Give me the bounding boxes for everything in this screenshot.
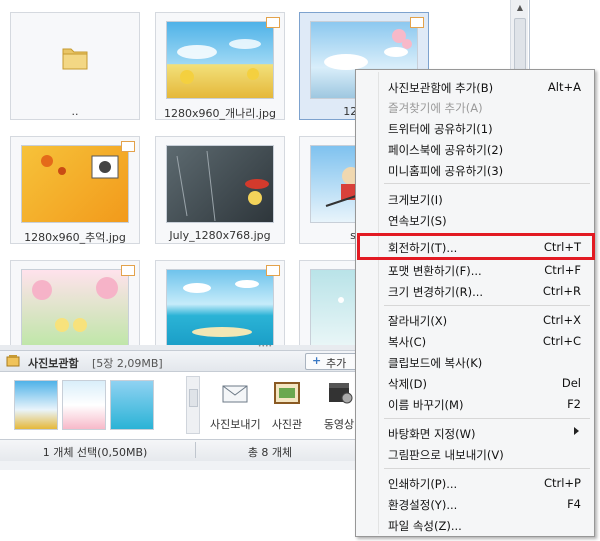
- album-title: 사진보관함: [28, 357, 79, 370]
- thumbnail-image: [21, 145, 129, 223]
- menu-separator: [384, 183, 590, 184]
- menu-separator: [384, 418, 590, 419]
- frame-icon: [273, 380, 301, 406]
- menu-separator: [384, 468, 590, 469]
- album-scrollbar[interactable]: [186, 376, 200, 434]
- thumbnail-image: [166, 21, 274, 99]
- thumbnail-image: [166, 269, 274, 345]
- thumbnail-image: [21, 269, 129, 345]
- menu-item-set-wallpaper[interactable]: 바탕화면 지정(W): [386, 424, 591, 442]
- file-type-badge: [266, 265, 280, 276]
- menu-item-resize[interactable]: 크기 변경하기(R)... Ctrl+R: [386, 282, 591, 300]
- menu-item-rename[interactable]: 이름 바꾸기(M) F2: [386, 395, 591, 413]
- album-count: [5장 2,09MB]: [92, 357, 163, 370]
- film-icon: [325, 380, 353, 406]
- thumbnail-item[interactable]: 1280x960_개나리.jpg: [155, 12, 285, 120]
- submenu-arrow-icon: [574, 427, 579, 435]
- context-menu: 사진보관함에 추가(B) Alt+A 즐겨찾기에 추가(A) 트위터에 공유하기(…: [355, 69, 595, 537]
- scrollbar-thumb[interactable]: [189, 389, 198, 407]
- menu-item-print[interactable]: 인쇄하기(P)... Ctrl+P: [386, 474, 591, 492]
- menu-item-share-minihompy[interactable]: 미니홈피에 공유하기(3): [386, 161, 591, 179]
- menu-item-export-paint[interactable]: 그림판으로 내보내기(V): [386, 445, 591, 463]
- menu-item-slideshow[interactable]: 연속보기(S): [386, 211, 591, 229]
- thumbnail-item[interactable]: July_1280x768.jpg: [155, 136, 285, 244]
- status-divider: [195, 442, 196, 458]
- file-type-badge: [121, 265, 135, 276]
- menu-item-preferences[interactable]: 환경설정(Y)... F4: [386, 495, 591, 513]
- rotate-highlight-box: [357, 233, 595, 260]
- album-thumbnail[interactable]: [14, 380, 58, 430]
- envelope-icon: [221, 380, 249, 406]
- thumbnail-item[interactable]: [155, 260, 285, 345]
- thumbnail-caption: 1280x960_추억.jpg: [24, 231, 126, 244]
- thumbnail-caption: July_1280x768.jpg: [169, 229, 271, 242]
- menu-item-share-facebook[interactable]: 페이스북에 공유하기(2): [386, 140, 591, 158]
- status-selection: 1 개체 선택(0,50MB): [42, 446, 148, 459]
- menu-item-delete[interactable]: 삭제(D) Del: [386, 374, 591, 392]
- thumbnail-parent-folder[interactable]: ..: [10, 12, 140, 120]
- plus-icon: +: [312, 354, 322, 367]
- thumbnail-image: [166, 145, 274, 223]
- menu-item-share-twitter[interactable]: 트위터에 공유하기(1): [386, 119, 591, 137]
- scroll-up-arrow-icon[interactable]: ▲: [515, 3, 525, 13]
- menu-separator: [384, 305, 590, 306]
- menu-item-copy-clipboard[interactable]: 클립보드에 복사(K): [386, 353, 591, 371]
- menu-item-add-favorite: 즐겨찾기에 추가(A): [388, 101, 483, 115]
- album-add-button[interactable]: + 추가: [305, 353, 360, 370]
- menu-gutter: [378, 72, 379, 534]
- menu-item-view-large[interactable]: 크게보기(I): [386, 190, 591, 208]
- menu-item-file-properties[interactable]: 파일 속성(Z)...: [386, 516, 591, 534]
- thumbnail-item[interactable]: [10, 260, 140, 345]
- file-type-badge: [410, 17, 424, 28]
- menu-item-convert-format[interactable]: 포맷 변환하기(F)... Ctrl+F: [386, 261, 591, 279]
- photo-studio-tool[interactable]: 사진관: [262, 378, 312, 438]
- menu-item-add-to-album[interactable]: 사진보관함에 추가(B) Alt+A: [386, 78, 591, 96]
- thumbnail-item[interactable]: 1280x960_추억.jpg: [10, 136, 140, 244]
- folder-icon: [61, 45, 89, 71]
- file-type-badge: [266, 17, 280, 28]
- send-photo-tool[interactable]: 사진보내기: [210, 378, 261, 438]
- status-total: 총 8 개체: [247, 446, 293, 459]
- thumbnail-caption: ..: [71, 105, 79, 118]
- menu-item-cut[interactable]: 잘라내기(X) Ctrl+X: [386, 311, 591, 329]
- album-thumbnail[interactable]: [110, 380, 154, 430]
- menu-item-copy[interactable]: 복사(C) Ctrl+C: [386, 332, 591, 350]
- thumbnail-caption: 1280x960_개나리.jpg: [164, 107, 276, 120]
- album-thumbnail[interactable]: [62, 380, 106, 430]
- album-icon: [6, 355, 20, 367]
- file-type-badge: [121, 141, 135, 152]
